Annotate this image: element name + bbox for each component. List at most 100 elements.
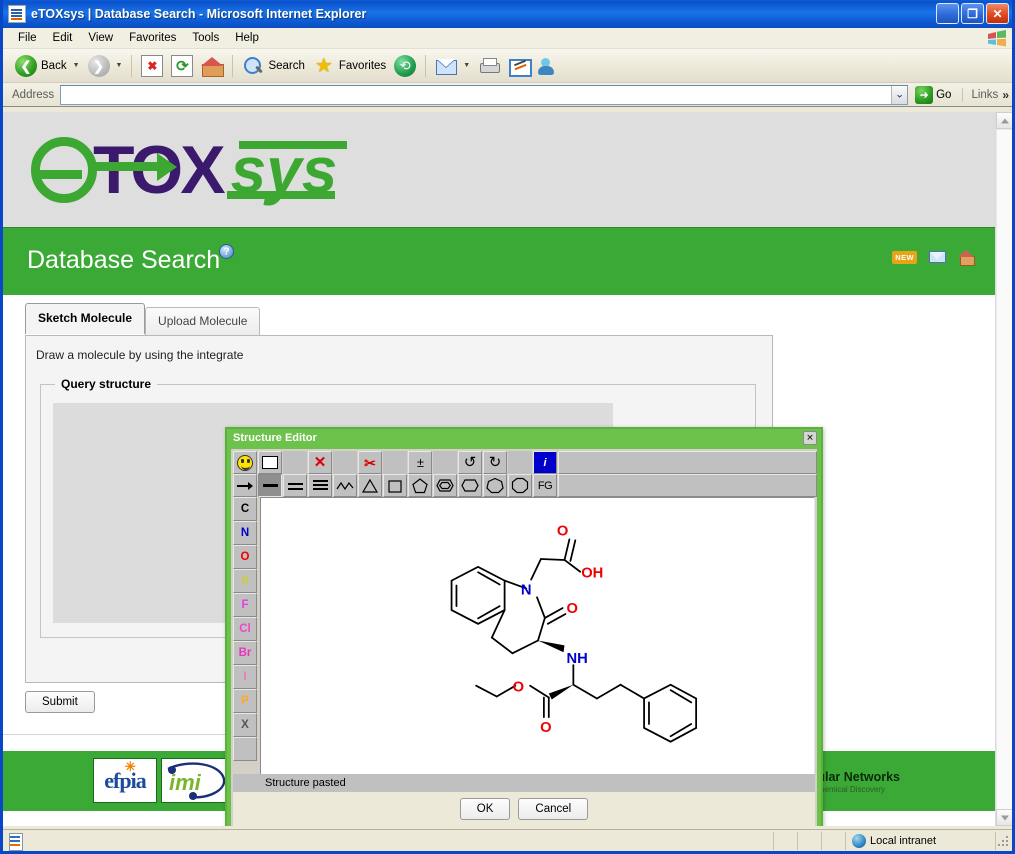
atom-label-O: O [557,523,568,539]
submit-button[interactable]: Submit [25,691,95,713]
print-button[interactable] [474,53,504,79]
element-button-O[interactable]: O [233,545,257,569]
edit-page-icon [508,55,530,77]
maximize-icon: ❐ [967,8,978,20]
undo-icon[interactable]: ↺ [458,451,482,474]
window-controls: _ ❐ ✕ [936,3,1009,24]
menu-tools[interactable]: Tools [185,30,226,46]
messenger-button[interactable] [534,53,564,79]
single-bond-icon[interactable] [258,474,282,497]
benzene-icon[interactable] [433,474,457,497]
links-chevron-icon[interactable]: » [1002,88,1009,102]
element-button-Br[interactable]: Br [233,641,257,665]
security-zone-pane[interactable]: Local intranet [846,832,996,850]
menu-favorites[interactable]: Favorites [122,30,183,46]
search-button[interactable]: Search [238,53,308,79]
close-button[interactable]: ✕ [986,3,1009,24]
cut-icon[interactable]: ✂ [358,451,382,474]
dialog-ok-button[interactable]: OK [460,798,511,820]
element-button-S[interactable]: S [233,569,257,593]
structure-canvas[interactable]: O OH N O NH O O [260,497,815,786]
cycloheptane-icon[interactable] [483,474,507,497]
refresh-button[interactable] [167,53,197,79]
cyclohexane-icon[interactable] [458,474,482,497]
favorites-button[interactable]: ★ Favorites [309,53,390,79]
element-button-F[interactable]: F [233,593,257,617]
menu-file[interactable]: File [11,30,44,46]
chain-icon[interactable] [333,474,357,497]
address-input-wrap[interactable] [60,85,908,105]
contact-mail-icon[interactable] [929,251,946,263]
efpia-logo[interactable]: efpia [93,758,157,803]
site-logo-band: TOX sys [3,112,995,227]
panel-description: Draw a molecule by using the integrate [36,348,243,362]
element-button-empty[interactable] [233,737,257,761]
back-dropdown-icon[interactable]: ▼ [73,62,80,69]
menu-help[interactable]: Help [228,30,266,46]
charge-icon[interactable]: ± [408,451,432,474]
maximize-button[interactable]: ❐ [961,3,984,24]
home-link-icon[interactable] [958,250,975,264]
back-label: Back [41,60,67,72]
scroll-down-button[interactable] [996,809,1012,826]
links-bar[interactable]: Links » [962,88,1009,102]
scroll-up-button[interactable] [996,112,1012,129]
cyclobutane-icon[interactable] [383,474,407,497]
element-palette: C N O S F Cl Br I P X [233,497,259,761]
cyclopentane-icon[interactable] [408,474,432,497]
smiley-icon[interactable] [233,451,257,474]
home-button[interactable] [197,53,227,79]
menu-edit[interactable]: Edit [46,30,80,46]
address-dropdown-icon[interactable] [891,86,907,104]
dialog-close-button[interactable] [803,431,817,445]
delete-icon[interactable]: ✕ [308,451,332,474]
history-button[interactable] [390,53,420,79]
triple-bond-icon[interactable] [308,474,332,497]
cyclooctane-icon[interactable] [508,474,532,497]
address-input[interactable] [61,87,891,103]
tab-sketch-molecule[interactable]: Sketch Molecule [25,303,145,334]
redo-icon[interactable]: ↻ [483,451,507,474]
element-button-I[interactable]: I [233,665,257,689]
go-button[interactable]: Go [908,86,958,104]
etoxsys-logo[interactable]: TOX sys [31,134,337,206]
window-title: eTOXsys | Database Search - Microsoft In… [31,7,366,21]
mail-button[interactable]: ▼ [431,53,474,79]
element-button-Cl[interactable]: Cl [233,617,257,641]
element-button-N[interactable]: N [233,521,257,545]
element-button-P[interactable]: P [233,689,257,713]
back-button[interactable]: ❮ Back ▼ [11,53,84,79]
element-button-X[interactable]: X [233,713,257,737]
logo-sys-underline [227,191,335,199]
status-page-icon [6,832,24,850]
help-icon[interactable] [219,244,234,259]
forward-button[interactable]: ❯ ▼ [84,53,127,79]
dialog-cancel-button[interactable]: Cancel [518,798,588,820]
menu-view[interactable]: View [81,30,120,46]
forward-dropdown-icon[interactable]: ▼ [116,62,123,69]
scrollbar-thumb[interactable] [996,129,1012,826]
go-icon [915,86,933,104]
functional-group-icon[interactable]: FG [533,474,557,497]
refresh-icon [171,55,193,77]
logo-e-circle [31,137,97,203]
double-bond-icon[interactable] [283,474,307,497]
page-vertical-scrollbar[interactable] [995,112,1012,826]
structure-editor-dialog[interactable]: Structure Editor ✕ ✂ ± [225,427,823,826]
cyclopropane-icon[interactable] [358,474,382,497]
resize-grip[interactable] [996,834,1010,848]
stop-button[interactable] [137,53,167,79]
tab-upload-molecule[interactable]: Upload Molecule [145,307,260,335]
new-badge[interactable]: NEW [892,251,917,264]
info-icon[interactable]: i [533,451,557,474]
bond-arrow-icon[interactable] [233,474,257,497]
back-icon: ❮ [15,55,37,77]
imi-logo[interactable]: imi [161,758,231,803]
minimize-button[interactable]: _ [936,3,959,24]
element-button-C[interactable]: C [233,497,257,521]
edit-button[interactable] [504,53,534,79]
clear-canvas-icon[interactable] [258,451,282,474]
mail-dropdown-icon[interactable]: ▼ [463,62,470,69]
dialog-body: ✕ ✂ ± ↺ ↻ i [231,449,817,826]
dialog-title-bar[interactable]: Structure Editor [227,429,821,447]
